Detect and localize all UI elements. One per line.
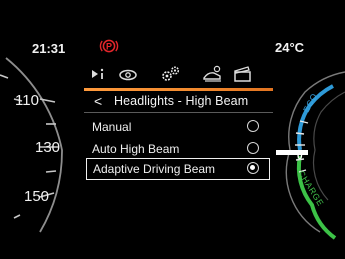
tab-vehicle[interactable] bbox=[115, 63, 141, 85]
parking-brake-warning-icon: P bbox=[99, 39, 119, 53]
power-needle bbox=[276, 150, 308, 155]
menu-header: < Headlights - High Beam bbox=[84, 90, 273, 112]
speed-tick-150: 150 bbox=[24, 188, 49, 205]
tab-driver-assist[interactable] bbox=[200, 63, 226, 85]
driver-assist-icon bbox=[203, 65, 221, 82]
power-gauge-inner-arc bbox=[312, 91, 345, 201]
radio-button[interactable] bbox=[247, 142, 259, 154]
back-chevron-icon[interactable]: < bbox=[94, 94, 102, 108]
outside-temperature: 24°C bbox=[275, 40, 305, 55]
instrument-cluster: 110 130 150 0 ECO CHARGE 21:31 24°C P < … bbox=[0, 0, 345, 259]
clapperboard-media-icon bbox=[234, 66, 251, 82]
clock: 21:31 bbox=[32, 41, 66, 56]
radio-selected-dot bbox=[250, 165, 256, 171]
tab-settings[interactable] bbox=[158, 63, 184, 85]
radio-button[interactable] bbox=[247, 120, 259, 132]
parking-brake-letter: P bbox=[106, 41, 112, 51]
page-title: Headlights - High Beam bbox=[114, 94, 249, 108]
speed-tick-130: 130 bbox=[35, 139, 60, 156]
option-adaptive-driving-beam[interactable]: Adaptive Driving Beam bbox=[86, 158, 270, 180]
power-needle-zero: 0 bbox=[297, 151, 303, 162]
radio-button-selected[interactable] bbox=[247, 162, 259, 174]
option-manual[interactable]: Manual bbox=[84, 116, 270, 138]
settings-menu-panel: < Headlights - High Beam Manual Auto Hig… bbox=[84, 60, 273, 250]
option-label: Manual bbox=[92, 120, 132, 134]
option-auto-high-beam[interactable]: Auto High Beam bbox=[84, 138, 270, 160]
tab-media[interactable] bbox=[230, 63, 256, 85]
header-divider bbox=[84, 112, 273, 113]
cogs-settings-icon bbox=[162, 66, 180, 81]
tab-media-info[interactable] bbox=[86, 63, 112, 85]
vehicle-settings-icon bbox=[119, 69, 137, 81]
menu-tabbar bbox=[84, 60, 273, 88]
option-label: Auto High Beam bbox=[92, 142, 180, 156]
option-label: Adaptive Driving Beam bbox=[93, 162, 216, 176]
media-play-info-icon bbox=[92, 68, 104, 79]
speed-tick-110: 110 bbox=[15, 92, 39, 109]
